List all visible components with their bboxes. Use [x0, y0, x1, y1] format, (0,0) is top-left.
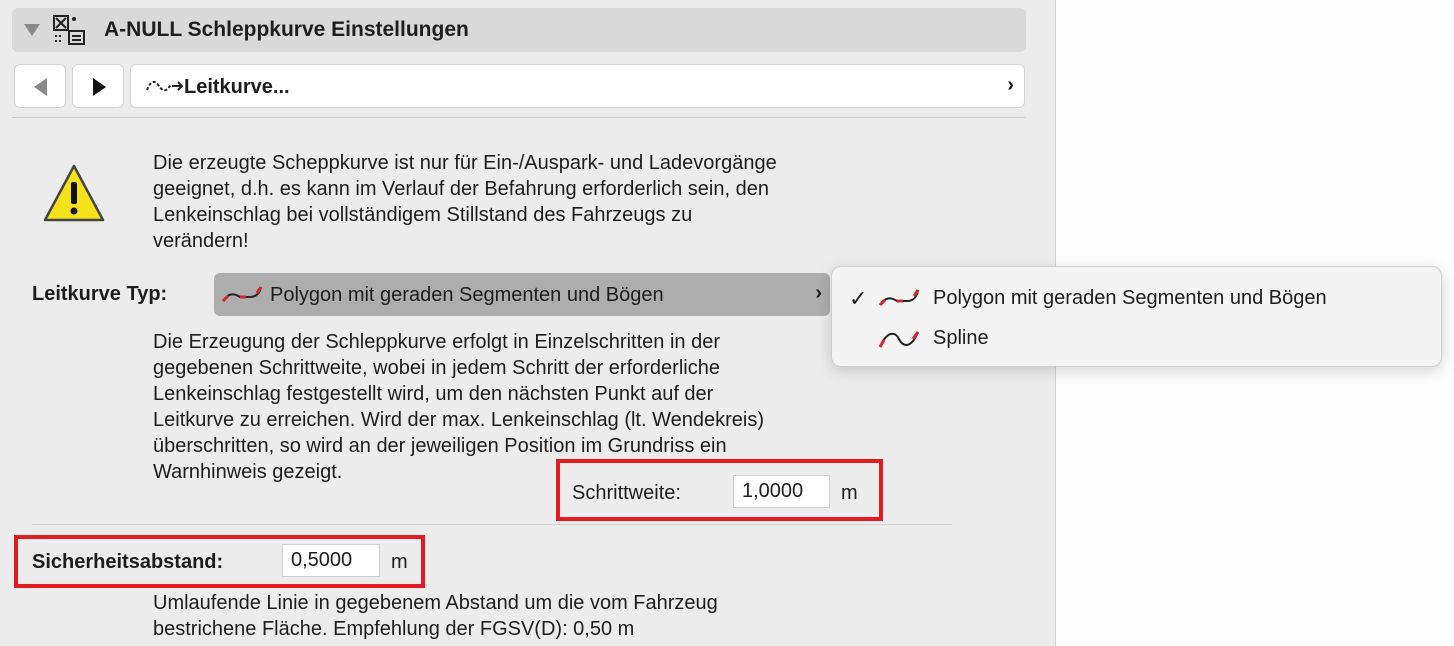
- sicherheitsabstand-input[interactable]: 0,5000: [282, 544, 380, 577]
- chevron-right-icon: [93, 78, 106, 96]
- leitkurve-type-menu: ✓ Polygon mit geraden Segmenten und Böge…: [831, 266, 1442, 367]
- divider: [32, 524, 952, 525]
- chevron-right-icon: ›: [1007, 74, 1014, 96]
- disclosure-triangle-icon[interactable]: [24, 24, 40, 36]
- menu-item-label: Polygon mit geraden Segmenten und Bögen: [933, 287, 1327, 309]
- sicherheitsabstand-description: Umlaufende Linie in gegebenem Abstand um…: [153, 592, 718, 640]
- chevron-right-icon: ›: [815, 282, 822, 304]
- panel-header[interactable]: A-NULL Schleppkurve Einstellungen: [12, 8, 1026, 52]
- spline-curve-icon: [878, 331, 920, 348]
- panel-title: A-NULL Schleppkurve Einstellungen: [104, 18, 469, 41]
- page-selector-label: Leitkurve...: [184, 76, 290, 98]
- schrittweite-unit: m: [841, 482, 858, 504]
- warning-triangle-icon: [43, 164, 105, 222]
- divider: [12, 117, 1026, 118]
- curve-arrow-icon: [146, 80, 184, 92]
- next-button[interactable]: [72, 64, 124, 108]
- leitkurve-type-value: Polygon mit geraden Segmenten und Bögen: [270, 284, 664, 306]
- menu-item-label: Spline: [933, 327, 989, 349]
- warning-text: Die erzeugte Scheppkurve ist nur für Ein…: [153, 152, 777, 252]
- polygon-curve-icon: [878, 289, 920, 307]
- sicherheitsabstand-unit: m: [391, 551, 408, 573]
- polygon-curve-icon: [221, 286, 263, 303]
- sicherheitsabstand-label: Sicherheitsabstand:: [32, 551, 224, 573]
- leitkurve-type-select[interactable]: Polygon mit geraden Segmenten und Bögen …: [214, 273, 830, 316]
- checkmark-icon: ✓: [849, 286, 868, 311]
- schrittweite-input[interactable]: 1,0000: [733, 475, 830, 508]
- schrittweite-label: Schrittweite:: [572, 482, 681, 504]
- page-selector[interactable]: Leitkurve... ›: [130, 64, 1025, 108]
- chevron-left-icon: [34, 78, 47, 96]
- settings-table-icon: [53, 15, 85, 45]
- previous-button[interactable]: [14, 64, 66, 108]
- leitkurve-type-label: Leitkurve Typ:: [32, 283, 168, 305]
